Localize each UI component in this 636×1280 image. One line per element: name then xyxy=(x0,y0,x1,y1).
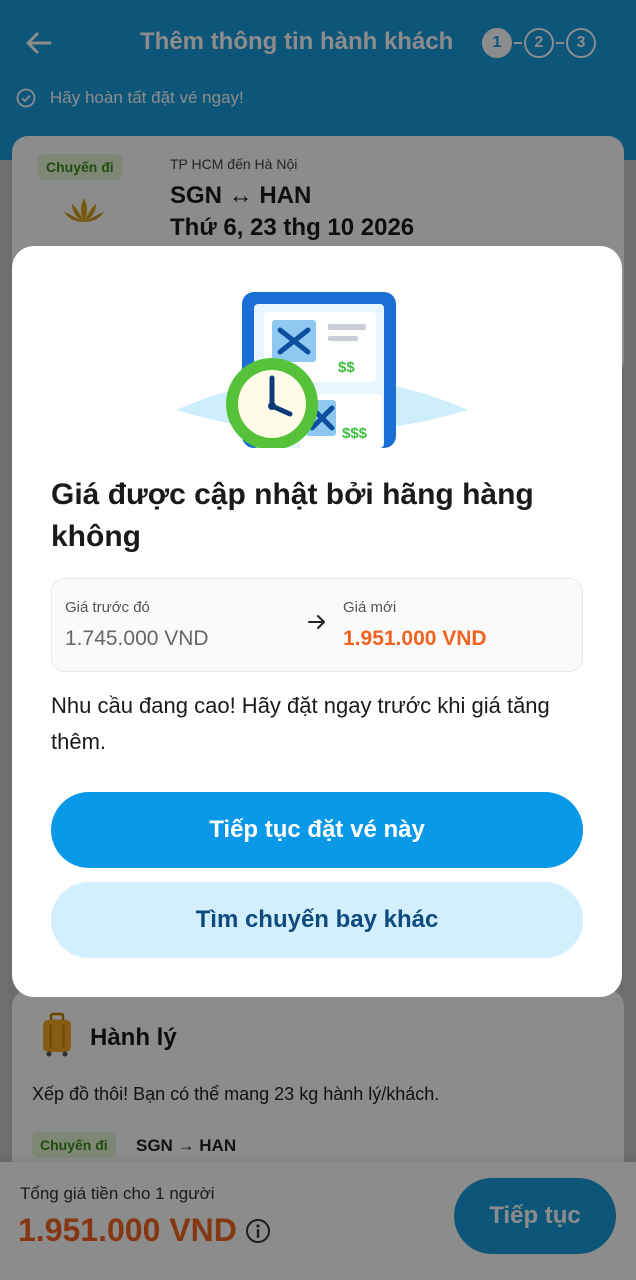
find-other-flight-button[interactable]: Tìm chuyến bay khác xyxy=(51,882,583,958)
previous-price: 1.745.000 VND xyxy=(65,627,209,650)
price-comparison: Giá trước đó 1.745.000 VND Giá mới 1.951… xyxy=(51,578,583,672)
large-price-symbol: $$$ xyxy=(342,425,368,442)
new-price-label: Giá mới xyxy=(343,599,397,616)
dialog-title: Giá được cập nhật bởi hãng hàng không xyxy=(51,478,534,553)
dialog-description: Nhu cầu đang cao! Hãy đặt ngay trước khi… xyxy=(51,693,550,754)
small-price-symbol: $$ xyxy=(338,359,355,376)
previous-price-label: Giá trước đó xyxy=(65,599,150,616)
price-update-dialog: $$ $$$ Giá được cập nhật bởi hãng hàng k… xyxy=(12,246,622,997)
price-change-illustration: $$ $$$ xyxy=(176,292,468,448)
continue-booking-button[interactable]: Tiếp tục đặt vé này xyxy=(51,792,583,868)
arrow-right-icon xyxy=(308,615,325,629)
new-price: 1.951.000 VND xyxy=(343,627,487,650)
